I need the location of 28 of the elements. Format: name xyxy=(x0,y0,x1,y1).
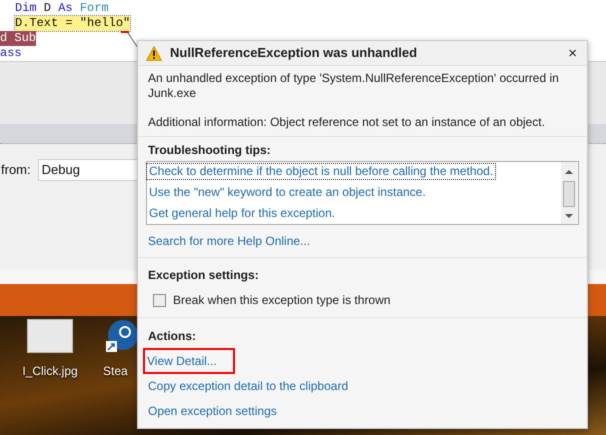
section-heading: Troubleshooting tips: xyxy=(147,142,272,159)
tip-link[interactable]: Check to determine if the object is null before calling the method. xyxy=(147,164,496,179)
code-line: ass xyxy=(0,46,22,61)
dialog-title: NullReferenceException was unhandled xyxy=(170,44,418,62)
help-link[interactable]: Search for more Help Online... xyxy=(146,232,310,250)
close-button[interactable]: × xyxy=(566,46,579,60)
section-heading: Actions: xyxy=(148,328,197,345)
exception-message: An unhandled exception of type 'System.NullReferenceException' occurred in Junk.exe xyxy=(148,71,560,101)
image-thumbnail-icon[interactable] xyxy=(27,319,73,353)
leader-line xyxy=(121,31,139,49)
tip-link[interactable]: Use the "new" keyword to create an object instance. xyxy=(147,185,428,200)
scroll-down-icon[interactable] xyxy=(565,214,573,218)
action-link[interactable]: Open exception settings xyxy=(148,402,277,420)
checkbox-label: Break when this exception type is thrown xyxy=(173,292,390,309)
app-shortcut-icon[interactable] xyxy=(103,319,137,353)
field-label: from: xyxy=(1,161,31,179)
additional-information: Additional information: Object reference not set to an instance of an object. xyxy=(148,115,546,130)
code-line: Dim D As Form xyxy=(15,1,109,16)
scroll-thumb[interactable] xyxy=(563,181,575,207)
desktop-icon-label: Stea xyxy=(103,364,128,379)
checkbox[interactable] xyxy=(153,294,166,306)
scrollbar[interactable] xyxy=(561,162,577,224)
tip-link[interactable]: Get general help for this exception. xyxy=(147,206,338,221)
warning-icon xyxy=(146,46,162,60)
scroll-up-icon[interactable] xyxy=(565,170,573,174)
desktop-icon-label: I_Click.jpg xyxy=(22,364,78,379)
action-link[interactable]: Copy exception detail to the clipboard xyxy=(148,377,348,395)
section-heading: Exception settings: xyxy=(148,267,260,284)
